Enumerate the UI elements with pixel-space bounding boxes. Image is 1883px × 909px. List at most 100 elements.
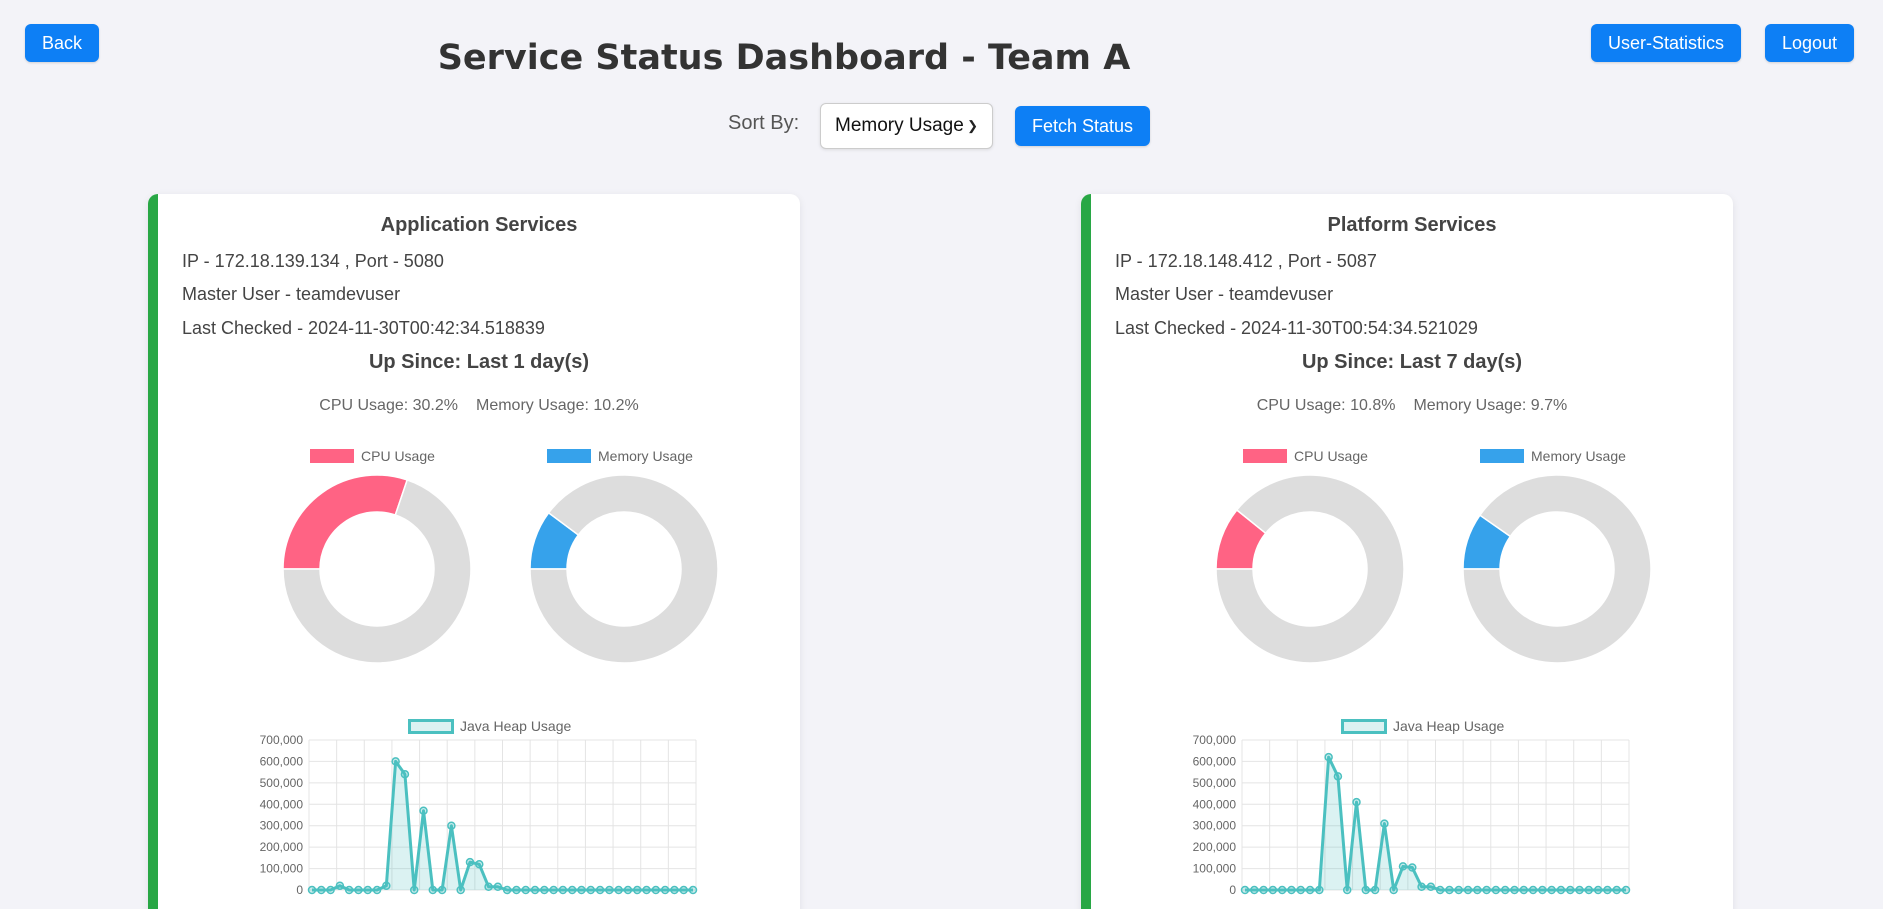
heap-data-point[interactable] <box>1491 885 1501 895</box>
heap-data-point[interactable] <box>1445 885 1454 895</box>
y-tick-label: 600,000 <box>260 754 304 768</box>
heap-data-point[interactable] <box>1584 885 1594 895</box>
heap-data-point[interactable] <box>632 885 642 895</box>
service-name: Application Services <box>380 214 578 236</box>
heap-data-point[interactable] <box>1408 863 1417 872</box>
heap-data-point[interactable] <box>1621 885 1631 895</box>
heap-data-point[interactable] <box>344 885 354 895</box>
heap-data-point[interactable] <box>1240 885 1250 895</box>
heap-data-point[interactable] <box>1556 885 1566 895</box>
heap-data-point[interactable] <box>1463 885 1473 895</box>
donut-free-slice[interactable] <box>1462 474 1652 664</box>
heap-data-point[interactable] <box>595 885 605 895</box>
heap-data-point[interactable] <box>335 881 345 890</box>
heap-data-point[interactable] <box>1593 885 1603 895</box>
heap-data-point[interactable] <box>1528 885 1538 895</box>
heap-data-point[interactable] <box>651 885 661 895</box>
heap-data-point[interactable] <box>549 885 558 895</box>
heap-data-point[interactable] <box>605 885 614 895</box>
heap-data-point[interactable] <box>400 770 410 779</box>
heap-data-point[interactable] <box>512 885 521 895</box>
heap-data-point[interactable] <box>1352 797 1361 807</box>
heap-data-point[interactable] <box>1315 885 1324 895</box>
heap-data-point[interactable] <box>521 885 530 895</box>
fetch-status-button[interactable]: Fetch Status <box>1015 106 1151 146</box>
donut-free-slice[interactable] <box>1215 474 1405 664</box>
heap-data-point[interactable] <box>1342 885 1352 895</box>
heap-data-point[interactable] <box>1250 885 1259 895</box>
logout-button[interactable]: Logout <box>1765 24 1855 62</box>
heap-data-point[interactable] <box>1612 885 1621 895</box>
heap-data-point[interactable] <box>577 885 586 895</box>
heap-data-point[interactable] <box>1454 885 1463 895</box>
heap-data-point[interactable] <box>586 885 596 895</box>
heap-data-point[interactable] <box>660 885 670 895</box>
java-heap-line-chart: 700,000 600,000 500,000 400,000 300,000 200,0… <box>1193 733 1631 897</box>
heap-data-point[interactable] <box>475 860 484 869</box>
heap-data-point[interactable] <box>558 885 568 895</box>
heap-data-point[interactable] <box>372 885 382 895</box>
heap-data-point[interactable] <box>465 857 475 867</box>
usage-summary: CPU Usage: 30.2% Memory Usage: 10.2% <box>158 397 800 415</box>
heap-data-point[interactable] <box>1259 885 1268 895</box>
heap-data-point[interactable] <box>409 885 419 895</box>
heap-data-point[interactable] <box>363 885 373 895</box>
heap-data-point[interactable] <box>326 885 335 895</box>
heap-data-point[interactable] <box>688 885 698 895</box>
heap-data-point[interactable] <box>1287 885 1296 895</box>
heap-data-point[interactable] <box>530 885 540 895</box>
heap-data-point[interactable] <box>493 882 503 892</box>
heap-data-point[interactable] <box>1565 885 1575 895</box>
heap-data-point[interactable] <box>484 882 493 892</box>
heap-data-point[interactable] <box>1268 885 1278 895</box>
heap-data-point[interactable] <box>1417 882 1426 892</box>
heap-data-point[interactable] <box>437 885 447 895</box>
heap-data-point[interactable] <box>1538 885 1547 895</box>
heap-data-point[interactable] <box>1426 882 1436 892</box>
heap-data-point[interactable] <box>419 806 428 815</box>
memory-legend[interactable]: Memory Usage <box>547 448 693 464</box>
donut-free-slice[interactable] <box>529 474 719 664</box>
heap-data-point[interactable] <box>447 821 456 830</box>
heap-data-point[interactable] <box>1575 885 1584 895</box>
heap-data-point[interactable] <box>1380 819 1389 828</box>
heap-data-point[interactable] <box>317 885 326 895</box>
heap-data-point[interactable] <box>1603 885 1612 895</box>
heap-data-point[interactable] <box>502 885 512 895</box>
heap-data-point[interactable] <box>540 885 549 895</box>
heap-data-point[interactable] <box>1473 885 1482 895</box>
heap-data-point[interactable] <box>456 885 465 895</box>
heap-data-point[interactable] <box>1370 885 1380 895</box>
heap-data-point[interactable] <box>1519 885 1529 895</box>
heap-data-point[interactable] <box>1547 885 1556 895</box>
heap-data-point[interactable] <box>1277 885 1287 895</box>
heap-data-point[interactable] <box>1296 885 1306 895</box>
heap-data-point[interactable] <box>382 881 391 890</box>
heap-data-point[interactable] <box>1389 885 1398 895</box>
heap-data-point[interactable] <box>679 885 688 895</box>
heap-data-point[interactable] <box>670 885 679 895</box>
heap-data-point[interactable] <box>1435 885 1445 895</box>
sort-by-select[interactable]: Memory Usage ❯ <box>820 103 993 149</box>
cpu-legend[interactable]: CPU Usage <box>1243 448 1368 464</box>
heap-data-point[interactable] <box>391 757 400 766</box>
donut-used-slice[interactable] <box>282 474 409 570</box>
heap-data-point[interactable] <box>1398 862 1408 871</box>
heap-data-point[interactable] <box>1510 885 1519 895</box>
heap-data-point[interactable] <box>307 885 317 895</box>
heap-data-point[interactable] <box>567 885 577 895</box>
memory-legend[interactable]: Memory Usage <box>1480 448 1626 464</box>
heap-data-point[interactable] <box>642 885 651 895</box>
heap-data-point[interactable] <box>428 885 438 895</box>
cpu-legend[interactable]: CPU Usage <box>310 448 435 464</box>
heap-data-point[interactable] <box>354 885 363 895</box>
heap-data-point[interactable] <box>623 885 633 895</box>
user-statistics-button[interactable]: User-Statistics <box>1591 24 1742 62</box>
heap-data-point[interactable] <box>1500 885 1510 895</box>
heap-data-point[interactable] <box>1361 885 1371 895</box>
heap-data-point[interactable] <box>1305 885 1315 895</box>
heap-data-point[interactable] <box>1482 885 1491 895</box>
heap-data-point[interactable] <box>1333 772 1343 781</box>
heap-data-point[interactable] <box>1324 752 1333 762</box>
heap-data-point[interactable] <box>614 885 623 895</box>
